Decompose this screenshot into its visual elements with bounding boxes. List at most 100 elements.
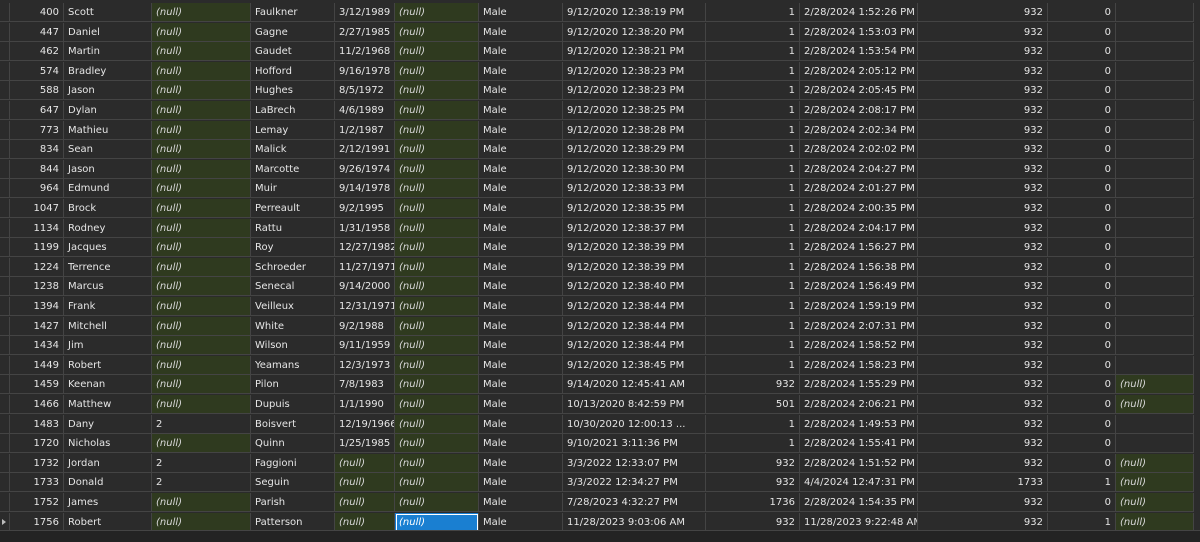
table-cell[interactable]: (null) bbox=[395, 453, 479, 473]
table-cell[interactable]: Edmund bbox=[64, 179, 152, 199]
table-cell[interactable]: 834 bbox=[10, 140, 64, 160]
table-cell[interactable]: 1/31/1958 bbox=[335, 218, 395, 238]
table-cell[interactable]: 462 bbox=[10, 42, 64, 62]
table-cell[interactable]: 2/28/2024 2:04:17 PM bbox=[800, 218, 918, 238]
table-cell[interactable]: 1 bbox=[706, 159, 800, 179]
table-cell[interactable]: 932 bbox=[918, 257, 1048, 277]
table-cell[interactable]: (null) bbox=[395, 316, 479, 336]
table-cell[interactable]: Schroeder bbox=[251, 257, 335, 277]
table-cell[interactable]: Hughes bbox=[251, 81, 335, 101]
table-cell[interactable]: Malick bbox=[251, 140, 335, 160]
row-indicator[interactable] bbox=[0, 3, 10, 22]
table-cell[interactable]: 0 bbox=[1048, 434, 1116, 454]
table-cell[interactable]: (null) bbox=[395, 159, 479, 179]
table-cell[interactable]: Robert bbox=[64, 512, 152, 532]
table-cell[interactable]: Male bbox=[479, 61, 563, 81]
table-cell[interactable]: 10/13/2020 8:42:59 PM bbox=[563, 395, 706, 414]
table-cell[interactable] bbox=[1116, 120, 1194, 140]
table-cell[interactable]: Yeamans bbox=[251, 355, 335, 375]
table-cell[interactable]: (null) bbox=[152, 238, 251, 258]
table-cell[interactable]: 2/28/2024 1:58:23 PM bbox=[800, 355, 918, 375]
table-cell[interactable]: (null) bbox=[395, 61, 479, 81]
table-cell[interactable]: 9/16/1978 bbox=[335, 61, 395, 81]
table-cell[interactable]: (null) bbox=[395, 375, 479, 395]
table-cell[interactable]: Nicholas bbox=[64, 434, 152, 454]
table-row[interactable]: 574 Bradley (null) Hofford 9/16/1978 (null) Ma… bbox=[0, 61, 1200, 81]
table-row[interactable]: 1752 James (null) Parish (null) (null) Male 7/2… bbox=[0, 493, 1200, 512]
table-cell[interactable]: 9/12/2020 12:38:39 PM bbox=[563, 238, 706, 258]
table-cell[interactable]: 9/12/2020 12:38:30 PM bbox=[563, 159, 706, 179]
table-cell[interactable]: 0 bbox=[1048, 179, 1116, 199]
table-cell[interactable]: (null) bbox=[1116, 493, 1194, 512]
row-indicator[interactable] bbox=[0, 199, 10, 218]
table-cell[interactable]: 1434 bbox=[10, 336, 64, 356]
table-cell[interactable]: 12/3/1973 bbox=[335, 355, 395, 375]
table-cell[interactable]: (null) bbox=[395, 179, 479, 199]
table-cell[interactable]: 2/28/2024 1:58:52 PM bbox=[800, 336, 918, 356]
table-cell[interactable]: 9/11/1959 bbox=[335, 336, 395, 356]
table-cell[interactable]: 12/19/1966 bbox=[335, 414, 395, 434]
row-indicator[interactable] bbox=[0, 257, 10, 277]
table-cell[interactable]: Male bbox=[479, 375, 563, 395]
table-cell[interactable]: 1 bbox=[706, 218, 800, 238]
table-cell[interactable]: 9/12/2020 12:38:25 PM bbox=[563, 101, 706, 120]
table-cell[interactable] bbox=[1116, 257, 1194, 277]
table-cell[interactable]: 0 bbox=[1048, 3, 1116, 22]
table-cell[interactable]: 932 bbox=[918, 297, 1048, 316]
table-cell[interactable] bbox=[1116, 101, 1194, 120]
table-cell[interactable]: 1134 bbox=[10, 218, 64, 238]
table-cell[interactable]: 1427 bbox=[10, 316, 64, 336]
table-cell[interactable]: (null) bbox=[152, 101, 251, 120]
table-cell[interactable]: 1 bbox=[706, 3, 800, 22]
table-cell[interactable]: Male bbox=[479, 42, 563, 62]
table-row[interactable]: 1434 Jim (null) Wilson 9/11/1959 (null) Male 9/… bbox=[0, 336, 1200, 356]
table-cell[interactable]: (null) bbox=[395, 277, 479, 297]
table-cell[interactable]: 2 bbox=[152, 414, 251, 434]
table-cell[interactable]: Matthew bbox=[64, 395, 152, 414]
row-indicator[interactable] bbox=[0, 140, 10, 160]
row-indicator[interactable] bbox=[0, 395, 10, 414]
table-cell[interactable]: Male bbox=[479, 395, 563, 414]
table-cell[interactable]: Male bbox=[479, 101, 563, 120]
table-cell[interactable]: 773 bbox=[10, 120, 64, 140]
table-cell[interactable]: 1238 bbox=[10, 277, 64, 297]
table-cell[interactable] bbox=[1116, 179, 1194, 199]
table-cell[interactable]: 1/1/1990 bbox=[335, 395, 395, 414]
table-cell[interactable]: 574 bbox=[10, 61, 64, 81]
table-cell[interactable]: Male bbox=[479, 473, 563, 493]
table-row[interactable]: 1238 Marcus (null) Senecal 9/14/2000 (null) Ma… bbox=[0, 277, 1200, 297]
table-cell[interactable]: (null) bbox=[152, 3, 251, 22]
table-cell[interactable]: Male bbox=[479, 81, 563, 101]
table-cell[interactable]: 4/4/2024 12:47:31 PM bbox=[800, 473, 918, 493]
table-cell[interactable] bbox=[1116, 22, 1194, 42]
table-cell[interactable]: 9/12/2020 12:38:37 PM bbox=[563, 218, 706, 238]
row-indicator[interactable] bbox=[0, 434, 10, 454]
table-cell[interactable]: 400 bbox=[10, 3, 64, 22]
table-cell[interactable]: (null) bbox=[395, 493, 479, 512]
table-cell[interactable]: 0 bbox=[1048, 101, 1116, 120]
table-row[interactable]: 1756 Robert (null) Patterson (null) (null) Mal… bbox=[0, 512, 1200, 532]
table-row[interactable]: 834 Sean (null) Malick 2/12/1991 (null) Male 9/… bbox=[0, 140, 1200, 160]
table-cell[interactable]: 0 bbox=[1048, 42, 1116, 62]
table-cell[interactable]: James bbox=[64, 493, 152, 512]
table-cell[interactable]: 932 bbox=[706, 473, 800, 493]
table-cell[interactable]: 1/2/1987 bbox=[335, 120, 395, 140]
table-cell[interactable]: 0 bbox=[1048, 159, 1116, 179]
table-cell[interactable]: Pilon bbox=[251, 375, 335, 395]
row-indicator[interactable] bbox=[0, 81, 10, 101]
table-row[interactable]: 844 Jason (null) Marcotte 9/26/1974 (null) Mal… bbox=[0, 159, 1200, 179]
table-cell[interactable]: 1 bbox=[1048, 473, 1116, 493]
table-cell[interactable] bbox=[1116, 42, 1194, 62]
table-cell[interactable]: Dany bbox=[64, 414, 152, 434]
row-indicator[interactable] bbox=[0, 238, 10, 258]
table-cell[interactable]: 1 bbox=[706, 238, 800, 258]
table-cell[interactable]: 1 bbox=[706, 316, 800, 336]
table-cell[interactable]: (null) bbox=[335, 512, 395, 532]
table-row[interactable]: 462 Martin (null) Gaudet 11/2/1968 (null) Male… bbox=[0, 42, 1200, 62]
row-indicator[interactable] bbox=[0, 493, 10, 512]
table-cell[interactable]: Bradley bbox=[64, 61, 152, 81]
row-indicator[interactable] bbox=[0, 218, 10, 238]
table-cell[interactable]: Dupuis bbox=[251, 395, 335, 414]
table-cell[interactable]: Lemay bbox=[251, 120, 335, 140]
table-cell[interactable]: (null) bbox=[395, 395, 479, 414]
